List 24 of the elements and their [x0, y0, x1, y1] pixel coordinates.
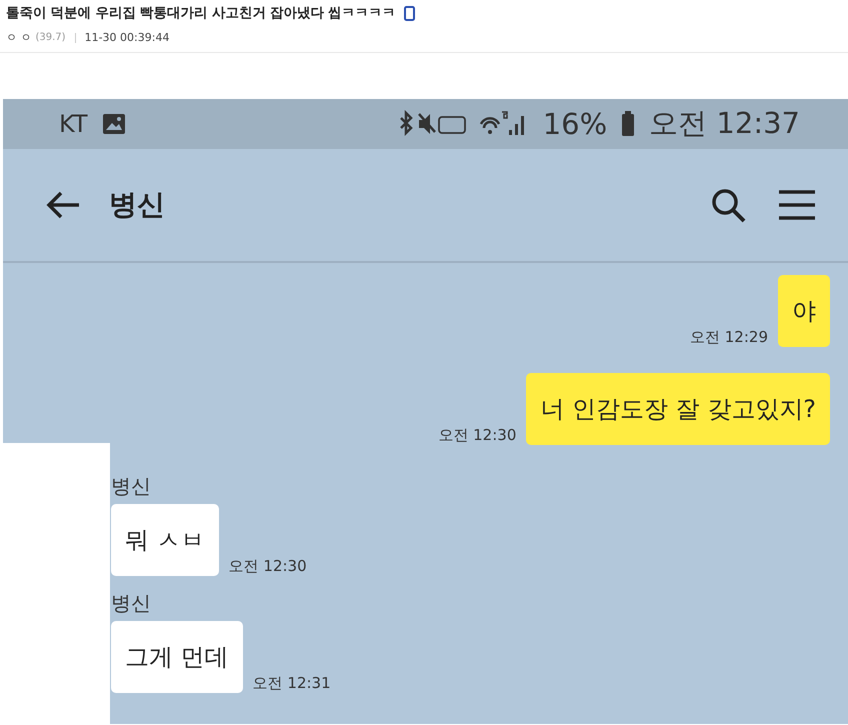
message-time: 오전 12:31 [252, 674, 331, 693]
menu-icon[interactable] [778, 189, 816, 221]
received-message-bubble: 뭐 ㅅㅂ [111, 504, 219, 576]
mobile-phone-icon [404, 6, 415, 20]
author-name[interactable]: ㅇ ㅇ [6, 30, 32, 45]
post-title: 톨죽이 덕분에 우리집 빡통대가리 사고친거 잡아냈다 씹ㅋㅋㅋㅋ [6, 4, 396, 22]
message-time: 오전 12:30 [228, 557, 307, 576]
message-time: 오전 12:30 [438, 426, 516, 445]
sender-name: 병신 [111, 473, 152, 500]
search-icon[interactable] [710, 187, 746, 223]
image-icon [102, 113, 126, 135]
sender-name: 병신 [111, 590, 152, 617]
post-date: 11-30 00:39:44 [84, 31, 170, 44]
sent-message-bubble: 너 인감도장 잘 갖고있지? [526, 373, 830, 445]
carrier-name: KT [59, 110, 88, 138]
author-score: (39.7) [36, 32, 66, 43]
sent-message-bubble: 야 [778, 275, 830, 347]
received-message-bubble: 그게 먼데 [111, 621, 243, 693]
battery-icon [621, 111, 636, 137]
clock: 오전 12:37 [649, 105, 800, 142]
chat-title: 병신 [109, 187, 165, 223]
battery-percent: 16% [542, 107, 608, 141]
back-arrow-icon[interactable] [45, 190, 81, 220]
message-time: 오전 12:29 [690, 328, 768, 347]
